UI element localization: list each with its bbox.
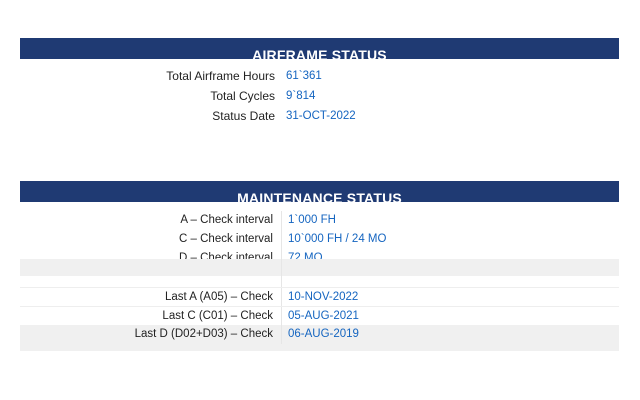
column-divider (281, 325, 282, 344)
airframe-label: Total Cycles (210, 89, 275, 103)
column-divider (281, 211, 282, 230)
column-divider (281, 307, 282, 326)
maintenance-value: 10`000 FH / 24 MO (288, 233, 387, 245)
maintenance-label: Last D (D02+D03) – Check (134, 328, 273, 340)
maintenance-status-header: MAINTENANCE STATUS (20, 181, 619, 202)
maintenance-value: 05-AUG-2021 (288, 310, 359, 322)
airframe-row-total-cycles: Total Cycles 9`814 (20, 87, 619, 106)
table-end-shade (20, 344, 619, 351)
column-divider (281, 259, 282, 276)
maintenance-value: 1`000 FH (288, 214, 336, 226)
maintenance-row-last-d: Last D (D02+D03) – Check 06-AUG-2019 (20, 325, 619, 344)
maintenance-label: Last A (A05) – Check (164, 291, 273, 303)
airframe-status-header: AIRFRAME STATUS (20, 38, 619, 59)
airframe-row-status-date: Status Date 31-OCT-2022 (20, 107, 619, 126)
maintenance-row-a-interval: A – Check interval 1`000 FH (20, 211, 619, 230)
airframe-label: Status Date (212, 109, 275, 123)
airframe-status-title: AIRFRAME STATUS (252, 47, 387, 59)
spacer-row-shaded (20, 259, 619, 276)
maintenance-value: 10-NOV-2022 (288, 291, 359, 303)
maintenance-label: Last C (C01) – Check (162, 310, 273, 322)
airframe-row-total-hours: Total Airframe Hours 61`361 (20, 67, 619, 86)
maintenance-label: C – Check interval (179, 233, 273, 245)
maintenance-row-last-c: Last C (C01) – Check 05-AUG-2021 (20, 306, 619, 326)
airframe-value: 9`814 (286, 90, 316, 102)
maintenance-label: A – Check interval (180, 214, 273, 226)
maintenance-row-last-a: Last A (A05) – Check 10-NOV-2022 (20, 287, 619, 307)
column-divider (281, 230, 282, 249)
column-divider (281, 288, 282, 307)
airframe-label: Total Airframe Hours (166, 69, 275, 83)
airframe-value: 61`361 (286, 70, 322, 82)
maintenance-row-c-interval: C – Check interval 10`000 FH / 24 MO (20, 230, 619, 249)
maintenance-status-title: MAINTENANCE STATUS (237, 190, 402, 202)
airframe-value: 31-OCT-2022 (286, 110, 356, 122)
maintenance-value: 06-AUG-2019 (288, 328, 359, 340)
status-document: AIRFRAME STATUS Total Airframe Hours 61`… (0, 0, 640, 400)
